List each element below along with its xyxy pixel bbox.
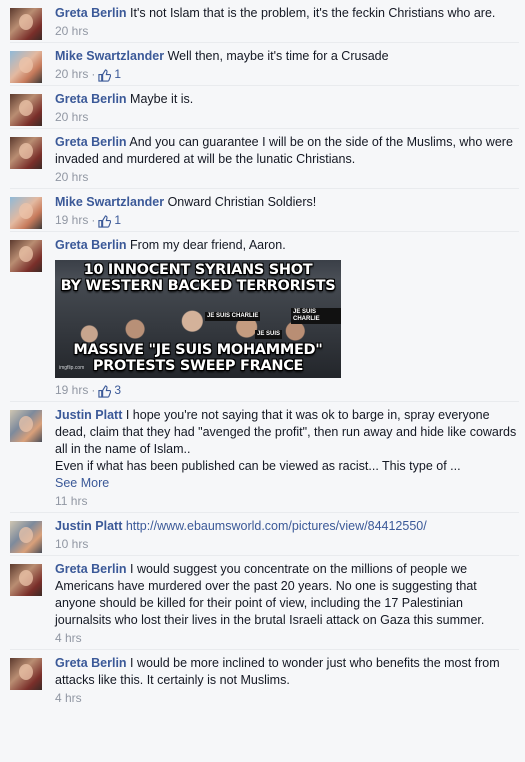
comment-body: Greta Berlin And you can guarantee I wil… xyxy=(55,134,519,186)
author-link[interactable]: Greta Berlin xyxy=(55,238,127,252)
image-watermark: imgflip.com xyxy=(59,365,85,371)
protest-sign: JE SUIS xyxy=(255,330,283,339)
avatar[interactable] xyxy=(10,564,42,596)
separator-dot: · xyxy=(91,383,96,397)
timestamp[interactable]: 19 hrs xyxy=(55,212,88,229)
attached-image[interactable]: JE SUIS CHARLIE JE SUIS CHARLIE JE SUIS … xyxy=(55,260,341,378)
comment-body: Mike Swartzlander Onward Christian Soldi… xyxy=(55,194,519,229)
comment: Greta Berlin I would suggest you concent… xyxy=(10,556,519,650)
timestamp[interactable]: 20 hrs xyxy=(55,23,88,40)
comment-text: From my dear friend, Aaron. xyxy=(130,238,286,252)
timestamp[interactable]: 20 hrs xyxy=(55,169,88,186)
comment-meta: 20 hrs · 1 xyxy=(55,66,519,83)
comment-meta: 20 hrs xyxy=(55,23,519,40)
author-link[interactable]: Greta Berlin xyxy=(55,135,127,149)
timestamp[interactable]: 20 hrs xyxy=(55,109,88,126)
comment-text: It's not Islam that is the problem, it's… xyxy=(130,6,496,20)
avatar[interactable] xyxy=(10,521,42,553)
comment-meta: 4 hrs xyxy=(55,630,519,647)
author-link[interactable]: Greta Berlin xyxy=(55,92,127,106)
comment-thread: Greta Berlin It's not Islam that is the … xyxy=(0,0,525,709)
comment: Mike Swartzlander Well then, maybe it's … xyxy=(10,43,519,86)
comment-text-continued: Even if what has been published can be v… xyxy=(55,459,461,473)
comment: Greta Berlin I would be more inclined to… xyxy=(10,650,519,709)
comment-body: Mike Swartzlander Well then, maybe it's … xyxy=(55,48,519,83)
comment: Greta Berlin It's not Islam that is the … xyxy=(10,0,519,43)
author-link[interactable]: Greta Berlin xyxy=(55,562,127,576)
comment-meta: 10 hrs xyxy=(55,536,519,553)
author-link[interactable]: Greta Berlin xyxy=(55,656,127,670)
timestamp[interactable]: 10 hrs xyxy=(55,536,88,553)
comment: Mike Swartzlander Onward Christian Soldi… xyxy=(10,189,519,232)
comment-meta: 4 hrs xyxy=(55,690,519,707)
image-caption: BY WESTERN BACKED TERRORISTS xyxy=(60,278,336,294)
like-count[interactable]: 1 xyxy=(114,66,121,83)
thumbs-up-icon[interactable] xyxy=(98,69,112,82)
comment-text: Well then, maybe it's time for a Crusade xyxy=(167,49,389,63)
image-caption: PROTESTS SWEEP FRANCE xyxy=(92,358,304,374)
avatar[interactable] xyxy=(10,51,42,83)
timestamp[interactable]: 4 hrs xyxy=(55,690,82,707)
separator-dot: · xyxy=(91,67,96,81)
like-count[interactable]: 1 xyxy=(114,212,121,229)
avatar[interactable] xyxy=(10,658,42,690)
avatar[interactable] xyxy=(10,410,42,442)
image-caption: 10 INNOCENT SYRIANS SHOT xyxy=(83,262,313,278)
like-count[interactable]: 3 xyxy=(114,382,121,399)
comment-body: Justin Platt http://www.ebaumsworld.com/… xyxy=(55,518,519,553)
author-link[interactable]: Mike Swartzlander xyxy=(55,195,164,209)
comment-text: I hope you're not saying that it was ok … xyxy=(55,408,517,456)
comment-body: Greta Berlin Maybe it is. 20 hrs xyxy=(55,91,519,126)
comment-meta: 20 hrs xyxy=(55,169,519,186)
comment-meta: 19 hrs · 1 xyxy=(55,212,519,229)
timestamp[interactable]: 11 hrs xyxy=(55,493,87,510)
comment-meta: 11 hrs xyxy=(55,493,519,510)
thumbs-up-icon[interactable] xyxy=(98,385,112,398)
author-link[interactable]: Greta Berlin xyxy=(55,6,127,20)
author-link[interactable]: Mike Swartzlander xyxy=(55,49,164,63)
timestamp[interactable]: 19 hrs xyxy=(55,382,88,399)
author-link[interactable]: Justin Platt xyxy=(55,519,122,533)
avatar[interactable] xyxy=(10,137,42,169)
protest-sign: JE SUIS CHARLIE xyxy=(205,312,261,321)
comment-text: Onward Christian Soldiers! xyxy=(167,195,317,209)
url-link[interactable]: http://www.ebaumsworld.com/pictures/view… xyxy=(126,519,427,533)
comment: Justin Platt I hope you're not saying th… xyxy=(10,402,519,513)
image-caption: MASSIVE "JE SUIS MOHAMMED" xyxy=(73,342,323,358)
comment: Justin Platt http://www.ebaumsworld.com/… xyxy=(10,513,519,556)
timestamp[interactable]: 20 hrs xyxy=(55,66,88,83)
comment-meta: 20 hrs xyxy=(55,109,519,126)
protest-sign: JE SUIS CHARLIE xyxy=(291,308,341,324)
comment: Greta Berlin And you can guarantee I wil… xyxy=(10,129,519,189)
thumbs-up-icon[interactable] xyxy=(98,215,112,228)
author-link[interactable]: Justin Platt xyxy=(55,408,122,422)
see-more-link[interactable]: See More xyxy=(55,475,519,492)
separator-dot: · xyxy=(91,213,96,227)
comment: Greta Berlin From my dear friend, Aaron.… xyxy=(10,232,519,402)
comment-body: Greta Berlin I would be more inclined to… xyxy=(55,655,519,707)
comment-body: Greta Berlin I would suggest you concent… xyxy=(55,561,519,647)
comment-meta: 19 hrs · 3 xyxy=(55,382,519,399)
comment-body: Greta Berlin It's not Islam that is the … xyxy=(55,5,519,40)
comment-body: Greta Berlin From my dear friend, Aaron.… xyxy=(55,237,519,399)
avatar[interactable] xyxy=(10,240,42,272)
avatar[interactable] xyxy=(10,94,42,126)
comment: Greta Berlin Maybe it is. 20 hrs xyxy=(10,86,519,129)
timestamp[interactable]: 4 hrs xyxy=(55,630,82,647)
comment-body: Justin Platt I hope you're not saying th… xyxy=(55,407,519,510)
avatar[interactable] xyxy=(10,197,42,229)
avatar[interactable] xyxy=(10,8,42,40)
comment-text: Maybe it is. xyxy=(130,92,194,106)
